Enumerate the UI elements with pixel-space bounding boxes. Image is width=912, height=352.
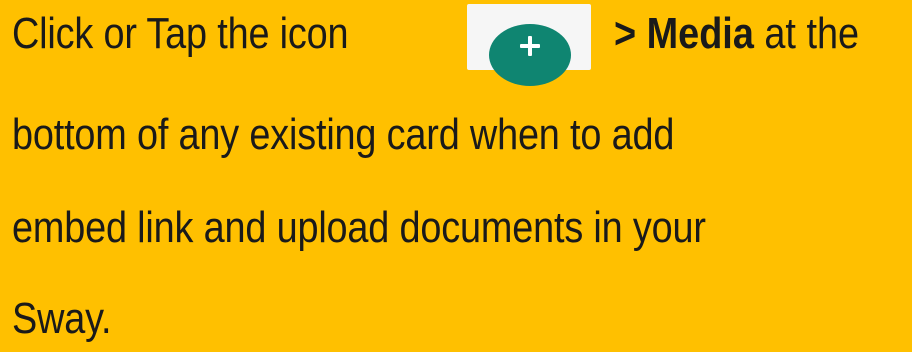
instruction-line-1-end: > Media at the xyxy=(614,8,859,60)
add-content-button[interactable] xyxy=(489,24,571,86)
instruction-line-1: Click or Tap the icon xyxy=(12,8,349,60)
instruction-line-3: embed link and upload documents in your xyxy=(12,203,706,252)
instruction-line-2: bottom of any existing card when to add xyxy=(12,110,675,159)
arrow-glyph: > xyxy=(614,9,637,58)
instruction-prefix: Click or Tap the icon xyxy=(12,9,349,58)
instruction-line-4: Sway. xyxy=(12,294,112,343)
instruction-card: Click or Tap the icon > Media at the bot… xyxy=(0,0,912,352)
instruction-suffix: at the xyxy=(764,9,860,58)
add-content-icon-chip xyxy=(467,4,591,86)
media-menu-item: Media xyxy=(646,9,754,58)
plus-icon xyxy=(520,36,540,56)
